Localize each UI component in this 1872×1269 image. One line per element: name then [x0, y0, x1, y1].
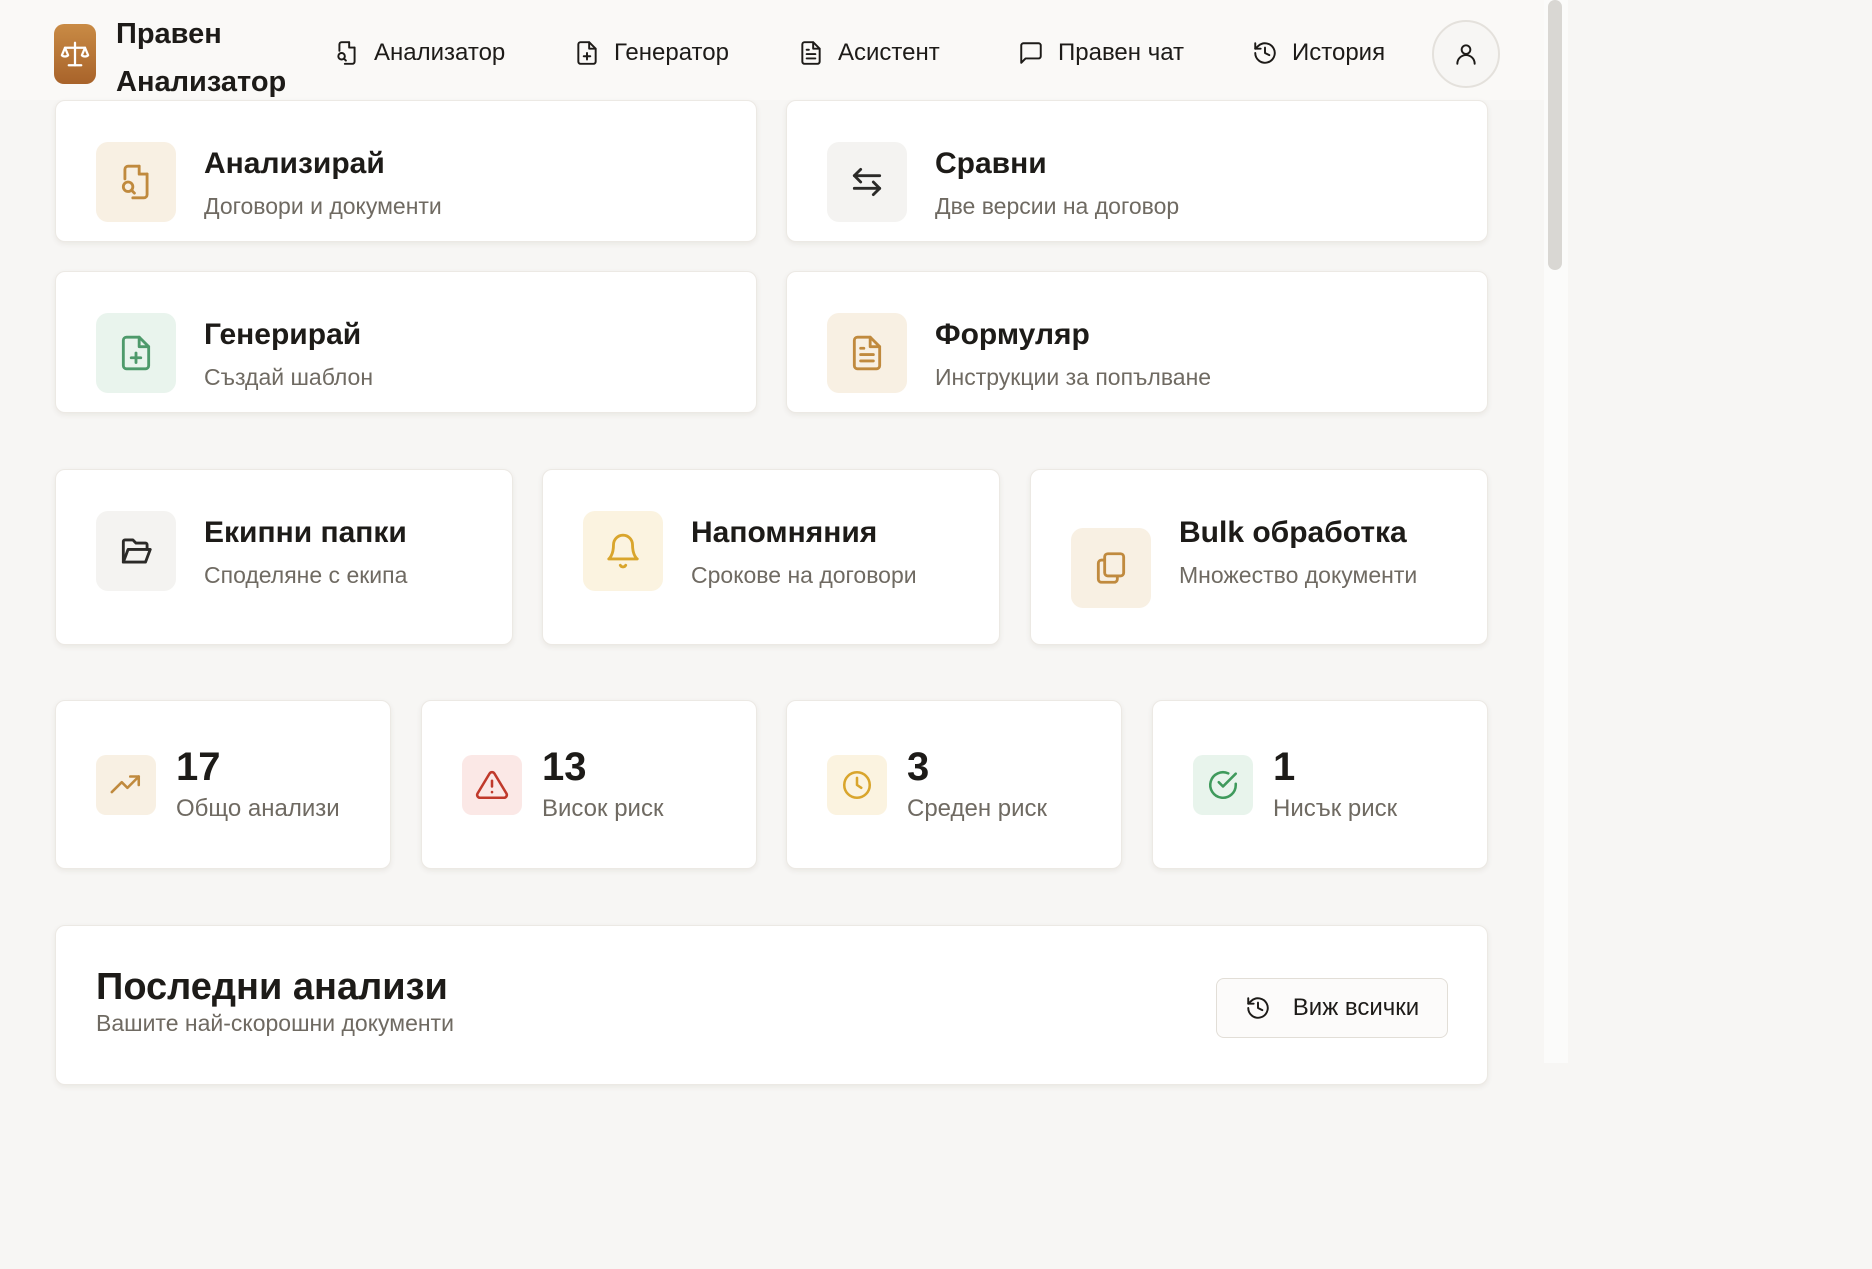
nav-assistant[interactable]: Асистент	[798, 30, 940, 76]
user-menu-button[interactable]	[1432, 20, 1500, 88]
file-search-icon	[121, 164, 149, 200]
stat-card-medium-risk: 3 Среден риск	[786, 700, 1122, 869]
nav-history-label: История	[1292, 39, 1386, 66]
feature-card-team-folders[interactable]: Екипни папки Споделяне с екипа	[55, 469, 513, 645]
stat-card-total: 17 Общо анализи	[55, 700, 391, 869]
file-text-icon	[801, 41, 821, 65]
nav-analyzer-label: Анализатор	[374, 39, 506, 66]
feature-team-folders-subtitle: Споделяне с екипа	[204, 562, 408, 588]
action-generate-title: Генерирай	[204, 318, 362, 351]
action-card-analyze[interactable]: Анализирай Договори и документи	[55, 100, 757, 242]
action-card-form[interactable]: Формуляр Инструкции за попълване	[786, 271, 1488, 413]
nav-legal-chat[interactable]: Правен чат	[1018, 30, 1184, 76]
stat-total-value: 17	[176, 745, 221, 789]
feature-reminders-title: Напомняния	[691, 516, 878, 549]
history-icon	[1247, 997, 1269, 1019]
action-compare-title: Сравни	[935, 147, 1047, 180]
action-compare-subtitle: Две версии на договор	[935, 193, 1180, 219]
feature-card-bulk[interactable]: Bulk обработка Множество документи	[1030, 469, 1488, 645]
nav-analyzer[interactable]: Анализатор	[334, 30, 505, 76]
feature-card-reminders[interactable]: Напомняния Срокове на договори	[542, 469, 1000, 645]
user-icon	[1456, 44, 1476, 65]
clock-icon	[842, 770, 872, 800]
action-card-compare[interactable]: Сравни Две версии на договор	[786, 100, 1488, 242]
stat-total-icon-box	[96, 755, 156, 815]
file-search-icon	[337, 41, 356, 65]
file-plus-icon	[577, 41, 597, 65]
trending-up-icon	[110, 775, 141, 794]
stat-medium-risk-label: Среден риск	[907, 795, 1048, 822]
feature-bulk-title: Bulk обработка	[1179, 516, 1407, 549]
action-form-title: Формуляр	[935, 318, 1090, 351]
stat-low-risk-icon-box	[1193, 755, 1253, 815]
history-icon	[1254, 42, 1276, 64]
stat-medium-risk-value: 3	[907, 745, 930, 789]
action-card-generate[interactable]: Генерирай Създай шаблон	[55, 271, 757, 413]
brand-name[interactable]: Правен Анализатор	[116, 10, 316, 106]
check-circle-icon	[1208, 770, 1238, 800]
nav-assistant-label: Асистент	[838, 39, 940, 66]
recent-analyses-panel: Последни анализи Вашите най-скорошни док…	[55, 925, 1488, 1085]
stat-low-risk-label: Нисък риск	[1273, 795, 1398, 822]
nav-generator-label: Генератор	[614, 39, 729, 66]
copy-icon	[1096, 552, 1126, 584]
nav-generator[interactable]: Генератор	[574, 30, 729, 76]
scrollbar-thumb[interactable]	[1548, 0, 1562, 270]
nav-legal-chat-label: Правен чат	[1058, 39, 1185, 66]
feature-reminders-subtitle: Срокове на договори	[691, 562, 917, 588]
brand-name-line2: Анализатор	[116, 66, 287, 98]
stat-card-low-risk: 1 Нисък риск	[1152, 700, 1488, 869]
action-analyze-subtitle: Договори и документи	[204, 193, 442, 219]
alert-triangle-icon	[475, 770, 509, 800]
stat-high-risk-value: 13	[542, 745, 587, 789]
stat-high-risk-label: Висок риск	[542, 795, 664, 822]
arrows-left-right-icon	[852, 167, 882, 197]
feature-team-folders-icon-box	[96, 511, 176, 591]
feature-team-folders-title: Екипни папки	[204, 516, 407, 549]
scale-logo-icon[interactable]	[54, 24, 96, 84]
action-analyze-icon-box	[96, 142, 176, 222]
stat-total-label: Общо анализи	[176, 795, 340, 822]
bell-icon	[607, 533, 639, 569]
top-navigation-bar: Правен Анализатор Анализатор Генератор А…	[0, 0, 1544, 100]
message-square-icon	[1020, 42, 1042, 64]
stat-low-risk-value: 1	[1273, 745, 1296, 789]
view-all-label: Виж всички	[1292, 994, 1420, 1021]
action-generate-icon-box	[96, 313, 176, 393]
recent-analyses-title: Последни анализи	[96, 966, 448, 1008]
brand-name-line1: Правен	[116, 18, 222, 50]
action-compare-icon-box	[827, 142, 907, 222]
file-text-icon	[852, 335, 882, 371]
view-all-button[interactable]: Виж всички	[1216, 978, 1448, 1038]
action-generate-subtitle: Създай шаблон	[204, 364, 374, 390]
stat-medium-risk-icon-box	[827, 755, 887, 815]
stat-high-risk-icon-box	[462, 755, 522, 815]
feature-reminders-icon-box	[583, 511, 663, 591]
folder-open-icon	[121, 538, 152, 564]
action-form-subtitle: Инструкции за попълване	[935, 364, 1212, 390]
nav-history[interactable]: История	[1252, 30, 1385, 76]
feature-bulk-icon-box	[1071, 528, 1151, 608]
action-analyze-title: Анализирай	[204, 147, 385, 180]
feature-bulk-subtitle: Множество документи	[1179, 562, 1418, 588]
stat-card-high-risk: 13 Висок риск	[421, 700, 757, 869]
action-form-icon-box	[827, 313, 907, 393]
recent-analyses-subtitle: Вашите най-скорошни документи	[96, 1010, 454, 1036]
file-plus-icon	[121, 335, 151, 371]
